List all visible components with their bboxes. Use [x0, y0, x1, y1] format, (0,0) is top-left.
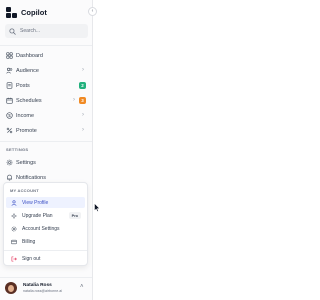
collapse-sidebar-button[interactable]: ‹	[88, 7, 97, 16]
pro-badge: Pro	[68, 212, 81, 219]
menu-item-label: Upgrade Plan	[22, 212, 53, 219]
sidebar-item-schedules[interactable]: Schedules › 3	[3, 94, 89, 107]
logo-icon	[6, 6, 17, 18]
search-box[interactable]	[5, 24, 88, 38]
sidebar-item-label: Income	[16, 112, 35, 119]
posts-icon	[5, 82, 13, 90]
chevron-left-icon: ‹	[91, 8, 94, 14]
sidebar-item-label: Audience	[16, 67, 39, 74]
user-icon	[10, 199, 17, 206]
sidebar-item-income[interactable]: Income ›	[3, 109, 89, 122]
logo[interactable]: Copilot	[6, 5, 47, 19]
sidebar-item-label: Schedules	[16, 97, 42, 104]
sidebar-item-settings[interactable]: Settings	[3, 156, 89, 169]
mouse-cursor-icon	[94, 203, 100, 212]
settings-section-label: SETTINGS	[6, 147, 29, 152]
posts-count-badge: 2	[79, 82, 86, 89]
profile-name: Natalia Ross	[23, 283, 52, 288]
chevron-right-icon: ›	[82, 112, 84, 118]
sidebar-item-label: Promote	[16, 127, 37, 134]
grid-icon	[5, 52, 13, 60]
menu-divider	[4, 250, 87, 251]
profile-button[interactable]: Natalia Ross natalia.ross@airborne.ai ˄	[0, 277, 92, 300]
profile-email: natalia.ross@airborne.ai	[23, 289, 63, 293]
users-icon	[5, 67, 13, 75]
sidebar-item-audience[interactable]: Audience ›	[3, 64, 89, 77]
sidebar-item-label: Notifications	[16, 174, 46, 181]
menu-item-account-settings[interactable]: Account Settings	[6, 223, 85, 234]
sidebar-item-dashboard[interactable]: Dashboard	[3, 49, 89, 62]
schedules-count-badge: 3	[79, 97, 86, 104]
divider	[0, 45, 92, 46]
account-menu-header: MY ACCOUNT	[10, 188, 39, 193]
sparkle-icon	[10, 212, 17, 219]
sidebar-item-promote[interactable]: Promote ›	[3, 124, 89, 137]
menu-item-view-profile[interactable]: View Profile	[6, 197, 85, 208]
gear-icon	[10, 225, 17, 232]
chevron-up-icon: ˄	[80, 284, 84, 290]
sidebar-item-label: Posts	[16, 82, 30, 89]
credit-card-icon	[10, 238, 17, 245]
divider	[0, 141, 92, 142]
gear-icon	[5, 159, 13, 167]
account-menu: MY ACCOUNT View Profile Upgrade Plan Pro…	[3, 182, 88, 266]
sidebar-item-label: Dashboard	[16, 52, 43, 59]
chevron-right-icon: ›	[82, 127, 84, 133]
chevron-right-icon: ›	[73, 97, 75, 103]
menu-item-upgrade-plan[interactable]: Upgrade Plan Pro	[6, 210, 85, 221]
app-name: Copilot	[21, 7, 47, 17]
menu-item-label: Sign out	[22, 255, 41, 262]
menu-item-label: View Profile	[22, 199, 49, 206]
income-icon	[5, 112, 13, 120]
sidebar-item-label: Settings	[16, 159, 36, 166]
logout-icon	[10, 255, 17, 262]
bell-icon	[5, 174, 13, 182]
menu-item-label: Billing	[22, 238, 36, 245]
sidebar-item-posts[interactable]: Posts 2	[3, 79, 89, 92]
avatar	[5, 282, 17, 294]
search-icon	[9, 27, 16, 35]
chevron-right-icon: ›	[82, 67, 84, 73]
search-input[interactable]	[20, 28, 80, 34]
menu-item-label: Account Settings	[22, 225, 60, 232]
menu-item-sign-out[interactable]: Sign out	[6, 253, 85, 264]
menu-item-billing[interactable]: Billing	[6, 236, 85, 247]
calendar-icon	[5, 97, 13, 105]
percent-icon	[5, 127, 13, 135]
